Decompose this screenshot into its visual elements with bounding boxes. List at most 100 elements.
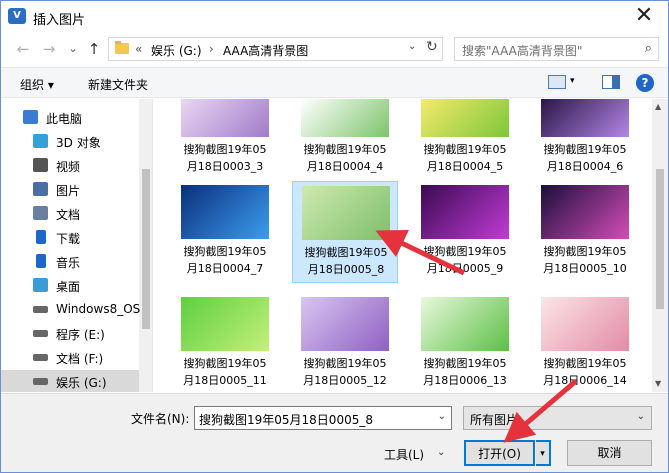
title-bar: V 插入图片 ✕ <box>1 1 668 33</box>
file-tile[interactable]: 搜狗截图19年05 月18日0004_4 <box>292 99 398 181</box>
address-bar[interactable]: « 娱乐 (G:) › AAA高清背景图 ⌄ ↻ <box>108 37 443 61</box>
sidebar-item-9[interactable]: 程序 (E:) <box>1 322 139 344</box>
sidebar-item-4[interactable]: 文档 <box>1 202 139 224</box>
address-row: ← → ⌄ ↑ « 娱乐 (G:) › AAA高清背景图 ⌄ ↻ 搜索"AAA高… <box>1 33 668 65</box>
file-name-line2: 月18日0003_3 <box>186 160 264 173</box>
file-tile[interactable]: 搜狗截图19年05 月18日0006_14 <box>532 293 638 392</box>
sidebar-item-8[interactable]: Windows8_OS <box>1 298 141 320</box>
open-dropdown-icon[interactable]: ▾ <box>536 440 551 466</box>
breadcrumb-separator: › <box>209 42 214 56</box>
file-name-line1: 搜狗截图19年05 <box>543 245 627 258</box>
file-name-line2: 月18日0005_12 <box>303 374 387 387</box>
preview-pane-icon[interactable] <box>602 75 620 89</box>
view-dropdown-icon[interactable]: ▾ <box>570 76 575 86</box>
sidebar-item-10[interactable]: 文档 (F:) <box>1 346 139 368</box>
file-name-line2: 月18日0006_13 <box>423 374 507 387</box>
music-icon <box>36 254 46 268</box>
breadcrumb-folder[interactable]: AAA高清背景图 <box>223 42 308 59</box>
sidebar-item-6[interactable]: 音乐 <box>1 250 139 272</box>
sidebar-scroll-thumb[interactable] <box>142 169 150 329</box>
sidebar-item-0[interactable]: 此电脑 <box>1 106 129 128</box>
sidebar-item-label: 视频 <box>56 160 81 174</box>
image-thumbnail <box>541 99 629 137</box>
file-tile[interactable]: 搜狗截图19年05 月18日0005_10 <box>532 181 638 283</box>
file-tile[interactable]: 搜狗截图19年05 月18日0006_13 <box>412 293 518 392</box>
filename-input[interactable]: 搜狗截图19年05月18日0005_8 ⌄ <box>194 406 452 430</box>
breadcrumb-drive[interactable]: 娱乐 (G:) <box>151 42 202 59</box>
address-dropdown-icon[interactable]: ⌄ <box>408 41 416 52</box>
up-arrow-icon[interactable]: ↑ <box>84 39 104 59</box>
drive-icon <box>33 330 48 337</box>
file-name-line2: 月18日0005_11 <box>183 374 267 387</box>
breadcrumb-overflow[interactable]: « <box>135 42 142 56</box>
scroll-down-icon[interactable]: ▼ <box>655 379 661 388</box>
film-icon <box>33 158 48 172</box>
image-thumbnail <box>421 99 509 137</box>
command-toolbar: 组织 ▾ 新建文件夹 ▾ ? <box>1 67 668 98</box>
sidebar-item-5[interactable]: 下载 <box>1 226 139 248</box>
view-options-icon[interactable] <box>548 75 566 89</box>
file-grid-scroll-thumb[interactable] <box>656 169 664 309</box>
file-name-line2: 月18日0005_9 <box>426 262 504 275</box>
folder-icon <box>115 41 129 54</box>
image-thumbnail <box>421 297 509 351</box>
sidebar-item-label: 音乐 <box>56 256 81 270</box>
new-folder-button[interactable]: 新建文件夹 <box>88 76 148 93</box>
sidebar-item-3[interactable]: 图片 <box>1 178 139 200</box>
file-name-line2: 月18日0005_10 <box>543 262 627 275</box>
organize-button[interactable]: 组织 ▾ <box>20 76 54 93</box>
image-thumbnail <box>302 186 390 240</box>
file-tile[interactable]: 搜狗截图19年05 月18日0004_5 <box>412 99 518 181</box>
file-tile[interactable]: 搜狗截图19年05 月18日0005_8 <box>292 181 398 283</box>
filetype-value: 所有图片 <box>470 413 519 427</box>
file-tile[interactable]: 搜狗截图19年05 月18日0004_7 <box>172 181 278 283</box>
file-name-line1: 搜狗截图19年05 <box>183 357 267 370</box>
forward-arrow-icon[interactable]: → <box>39 39 59 59</box>
sidebar-item-7[interactable]: 桌面 <box>1 274 139 296</box>
drive-icon <box>33 354 48 361</box>
file-tile[interactable]: 搜狗截图19年05 月18日0004_6 <box>532 99 638 181</box>
tools-button[interactable]: 工具(L) <box>384 446 424 463</box>
close-button[interactable]: ✕ <box>630 3 658 29</box>
file-tile[interactable]: 搜狗截图19年05 月18日0005_12 <box>292 293 398 392</box>
help-icon[interactable]: ? <box>636 74 654 92</box>
sidebar-scrollbar[interactable] <box>139 99 152 392</box>
sidebar-item-label: 娱乐 (G:) <box>56 376 107 390</box>
recent-dropdown-icon[interactable]: ⌄ <box>63 39 83 59</box>
cube-icon <box>33 134 48 148</box>
tools-dropdown-icon[interactable]: ⌄ <box>437 447 445 458</box>
refresh-icon[interactable]: ↻ <box>426 39 438 55</box>
file-tile[interactable]: 搜狗截图19年05 月18日0003_3 <box>172 99 278 181</box>
open-button[interactable]: 打开(O) <box>464 440 535 466</box>
search-icon[interactable]: ⌕ <box>645 41 652 56</box>
document-icon <box>33 206 48 220</box>
image-thumbnail <box>301 297 389 351</box>
sidebar-item-label: Windows8_OS <box>56 302 141 316</box>
filename-dropdown-icon[interactable]: ⌄ <box>438 411 446 422</box>
image-thumbnail <box>181 185 269 239</box>
image-thumbnail <box>421 185 509 239</box>
filename-value: 搜狗截图19年05月18日0005_8 <box>199 413 373 427</box>
filetype-select[interactable]: 所有图片 ⌄ <box>463 406 652 430</box>
sidebar-item-1[interactable]: 3D 对象 <box>1 130 139 152</box>
sidebar-item-2[interactable]: 视频 <box>1 154 139 176</box>
drive-icon <box>33 378 48 385</box>
computer-icon <box>23 110 38 124</box>
file-name-line1: 搜狗截图19年05 <box>543 357 627 370</box>
cancel-button[interactable]: 取消 <box>567 440 652 466</box>
picture-icon <box>33 182 48 196</box>
file-tile[interactable]: 搜狗截图19年05 月18日0005_9 <box>412 181 518 283</box>
back-arrow-icon[interactable]: ← <box>13 39 33 59</box>
scroll-up-icon[interactable]: ▲ <box>655 102 661 111</box>
filetype-dropdown-icon[interactable]: ⌄ <box>637 411 645 422</box>
file-tile[interactable]: 搜狗截图19年05 月18日0005_11 <box>172 293 278 392</box>
search-box[interactable]: 搜索"AAA高清背景图" ⌕ <box>454 37 659 61</box>
sidebar-item-label: 图片 <box>56 184 81 198</box>
sidebar-item-11[interactable]: 娱乐 (G:) <box>1 370 139 392</box>
sidebar-item-label: 此电脑 <box>46 112 83 126</box>
file-grid-scrollbar[interactable]: ▲ ▼ <box>652 99 668 392</box>
drive-icon <box>33 306 48 313</box>
file-name-line1: 搜狗截图19年05 <box>303 357 387 370</box>
file-name-line1: 搜狗截图19年05 <box>183 143 267 156</box>
file-name-line2: 月18日0004_5 <box>426 160 504 173</box>
